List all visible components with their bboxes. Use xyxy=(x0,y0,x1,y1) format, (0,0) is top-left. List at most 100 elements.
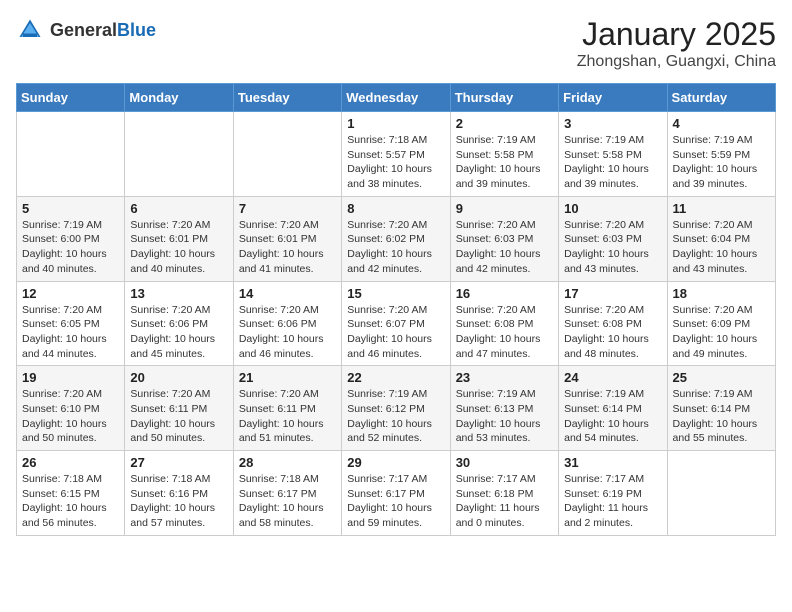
calendar-cell: 22 Sunrise: 7:19 AMSunset: 6:12 PMDayligh… xyxy=(342,366,450,451)
calendar-cell: 16Sunrise: 7:20 AMSunset: 6:08 PMDayligh… xyxy=(450,281,558,366)
calendar-cell: 12Sunrise: 7:20 AMSunset: 6:05 PMDayligh… xyxy=(17,281,125,366)
day-number: 2 xyxy=(456,116,553,131)
day-info: Sunrise: 7:20 AMSunset: 6:11 PMDaylight:… xyxy=(130,387,227,446)
day-info: Sunrise: 7:18 AMSunset: 6:17 PMDaylight:… xyxy=(239,472,336,531)
calendar-cell: 18 Sunrise: 7:20 AMSunset: 6:09 PMDayligh… xyxy=(667,281,775,366)
calendar-cell xyxy=(667,451,775,536)
weekday-header-sunday: Sunday xyxy=(17,84,125,112)
page-header: GeneralBlue January 2025 Zhongshan, Guan… xyxy=(16,16,776,71)
logo-text-general: General xyxy=(50,20,117,40)
day-number: 23 xyxy=(456,370,553,385)
day-info: Sunrise: 7:19 AMSunset: 5:59 PMDaylight:… xyxy=(673,133,770,192)
calendar-cell: 28 Sunrise: 7:18 AMSunset: 6:17 PMDayligh… xyxy=(233,451,341,536)
calendar-cell xyxy=(125,112,233,197)
calendar-cell: 15 Sunrise: 7:20 AMSunset: 6:07 PMDayligh… xyxy=(342,281,450,366)
day-info: Sunrise: 7:18 AMSunset: 6:16 PMDaylight:… xyxy=(130,472,227,531)
day-info: Sunrise: 7:20 AMSunset: 6:08 PMDaylight:… xyxy=(564,303,661,362)
calendar-table: SundayMondayTuesdayWednesdayThursdayFrid… xyxy=(16,83,776,536)
calendar-cell: 27 Sunrise: 7:18 AMSunset: 6:16 PMDayligh… xyxy=(125,451,233,536)
day-number: 24 xyxy=(564,370,661,385)
calendar-cell: 2 Sunrise: 7:19 AMSunset: 5:58 PMDaylight… xyxy=(450,112,558,197)
calendar-cell: 20 Sunrise: 7:20 AMSunset: 6:11 PMDayligh… xyxy=(125,366,233,451)
calendar-body: 1Sunrise: 7:18 AMSunset: 5:57 PMDaylight… xyxy=(17,112,776,536)
day-info: Sunrise: 7:20 AMSunset: 6:02 PMDaylight:… xyxy=(347,218,444,277)
logo: GeneralBlue xyxy=(16,16,156,44)
calendar-cell: 29Sunrise: 7:17 AMSunset: 6:17 PMDayligh… xyxy=(342,451,450,536)
day-info: Sunrise: 7:20 AMSunset: 6:01 PMDaylight:… xyxy=(239,218,336,277)
calendar-week-row: 1Sunrise: 7:18 AMSunset: 5:57 PMDaylight… xyxy=(17,112,776,197)
day-number: 9 xyxy=(456,201,553,216)
day-info: Sunrise: 7:17 AMSunset: 6:19 PMDaylight:… xyxy=(564,472,661,531)
month-title: January 2025 xyxy=(577,16,776,53)
title-block: January 2025 Zhongshan, Guangxi, China xyxy=(577,16,776,71)
day-number: 29 xyxy=(347,455,444,470)
day-info: Sunrise: 7:19 AMSunset: 6:13 PMDaylight:… xyxy=(456,387,553,446)
calendar-cell: 4 Sunrise: 7:19 AMSunset: 5:59 PMDaylight… xyxy=(667,112,775,197)
day-number: 20 xyxy=(130,370,227,385)
calendar-week-row: 5 Sunrise: 7:19 AMSunset: 6:00 PMDaylight… xyxy=(17,196,776,281)
calendar-week-row: 19Sunrise: 7:20 AMSunset: 6:10 PMDayligh… xyxy=(17,366,776,451)
weekday-header-saturday: Saturday xyxy=(667,84,775,112)
weekday-header-monday: Monday xyxy=(125,84,233,112)
day-info: Sunrise: 7:20 AMSunset: 6:05 PMDaylight:… xyxy=(22,303,119,362)
day-info: Sunrise: 7:19 AMSunset: 6:12 PMDaylight:… xyxy=(347,387,444,446)
day-info: Sunrise: 7:19 AMSunset: 6:00 PMDaylight:… xyxy=(22,218,119,277)
weekday-header-row: SundayMondayTuesdayWednesdayThursdayFrid… xyxy=(17,84,776,112)
day-info: Sunrise: 7:17 AMSunset: 6:18 PMDaylight:… xyxy=(456,472,553,531)
day-number: 3 xyxy=(564,116,661,131)
day-info: Sunrise: 7:20 AMSunset: 6:08 PMDaylight:… xyxy=(456,303,553,362)
day-number: 25 xyxy=(673,370,770,385)
day-number: 7 xyxy=(239,201,336,216)
day-number: 26 xyxy=(22,455,119,470)
day-info: Sunrise: 7:19 AMSunset: 5:58 PMDaylight:… xyxy=(564,133,661,192)
calendar-cell: 14Sunrise: 7:20 AMSunset: 6:06 PMDayligh… xyxy=(233,281,341,366)
day-info: Sunrise: 7:18 AMSunset: 6:15 PMDaylight:… xyxy=(22,472,119,531)
day-info: Sunrise: 7:18 AMSunset: 5:57 PMDaylight:… xyxy=(347,133,444,192)
calendar-cell: 26 Sunrise: 7:18 AMSunset: 6:15 PMDayligh… xyxy=(17,451,125,536)
calendar-cell: 19Sunrise: 7:20 AMSunset: 6:10 PMDayligh… xyxy=(17,366,125,451)
day-info: Sunrise: 7:20 AMSunset: 6:01 PMDaylight:… xyxy=(130,218,227,277)
day-number: 21 xyxy=(239,370,336,385)
day-number: 14 xyxy=(239,286,336,301)
calendar-cell: 24 Sunrise: 7:19 AMSunset: 6:14 PMDayligh… xyxy=(559,366,667,451)
weekday-header-thursday: Thursday xyxy=(450,84,558,112)
day-info: Sunrise: 7:20 AMSunset: 6:07 PMDaylight:… xyxy=(347,303,444,362)
day-info: Sunrise: 7:20 AMSunset: 6:03 PMDaylight:… xyxy=(564,218,661,277)
day-number: 19 xyxy=(22,370,119,385)
calendar-cell xyxy=(17,112,125,197)
calendar-cell: 31 Sunrise: 7:17 AMSunset: 6:19 PMDayligh… xyxy=(559,451,667,536)
day-info: Sunrise: 7:20 AMSunset: 6:09 PMDaylight:… xyxy=(673,303,770,362)
day-number: 5 xyxy=(22,201,119,216)
day-number: 27 xyxy=(130,455,227,470)
day-number: 13 xyxy=(130,286,227,301)
day-number: 31 xyxy=(564,455,661,470)
weekday-header-wednesday: Wednesday xyxy=(342,84,450,112)
day-number: 18 xyxy=(673,286,770,301)
day-number: 15 xyxy=(347,286,444,301)
calendar-week-row: 26 Sunrise: 7:18 AMSunset: 6:15 PMDayligh… xyxy=(17,451,776,536)
day-info: Sunrise: 7:20 AMSunset: 6:06 PMDaylight:… xyxy=(130,303,227,362)
day-number: 6 xyxy=(130,201,227,216)
calendar-cell: 17Sunrise: 7:20 AMSunset: 6:08 PMDayligh… xyxy=(559,281,667,366)
day-number: 22 xyxy=(347,370,444,385)
calendar-cell: 1Sunrise: 7:18 AMSunset: 5:57 PMDaylight… xyxy=(342,112,450,197)
calendar-cell: 3 Sunrise: 7:19 AMSunset: 5:58 PMDaylight… xyxy=(559,112,667,197)
calendar-cell: 5 Sunrise: 7:19 AMSunset: 6:00 PMDaylight… xyxy=(17,196,125,281)
day-number: 4 xyxy=(673,116,770,131)
day-number: 10 xyxy=(564,201,661,216)
day-info: Sunrise: 7:19 AMSunset: 5:58 PMDaylight:… xyxy=(456,133,553,192)
calendar-cell: 23 Sunrise: 7:19 AMSunset: 6:13 PMDayligh… xyxy=(450,366,558,451)
calendar-week-row: 12Sunrise: 7:20 AMSunset: 6:05 PMDayligh… xyxy=(17,281,776,366)
day-info: Sunrise: 7:20 AMSunset: 6:11 PMDaylight:… xyxy=(239,387,336,446)
weekday-header-friday: Friday xyxy=(559,84,667,112)
logo-icon xyxy=(16,16,44,44)
day-info: Sunrise: 7:19 AMSunset: 6:14 PMDaylight:… xyxy=(564,387,661,446)
calendar-cell: 7 Sunrise: 7:20 AMSunset: 6:01 PMDaylight… xyxy=(233,196,341,281)
calendar-cell: 11Sunrise: 7:20 AMSunset: 6:04 PMDayligh… xyxy=(667,196,775,281)
day-info: Sunrise: 7:19 AMSunset: 6:14 PMDaylight:… xyxy=(673,387,770,446)
day-info: Sunrise: 7:20 AMSunset: 6:03 PMDaylight:… xyxy=(456,218,553,277)
day-number: 28 xyxy=(239,455,336,470)
calendar-cell: 21 Sunrise: 7:20 AMSunset: 6:11 PMDayligh… xyxy=(233,366,341,451)
weekday-header-tuesday: Tuesday xyxy=(233,84,341,112)
logo-text-blue: Blue xyxy=(117,20,156,40)
